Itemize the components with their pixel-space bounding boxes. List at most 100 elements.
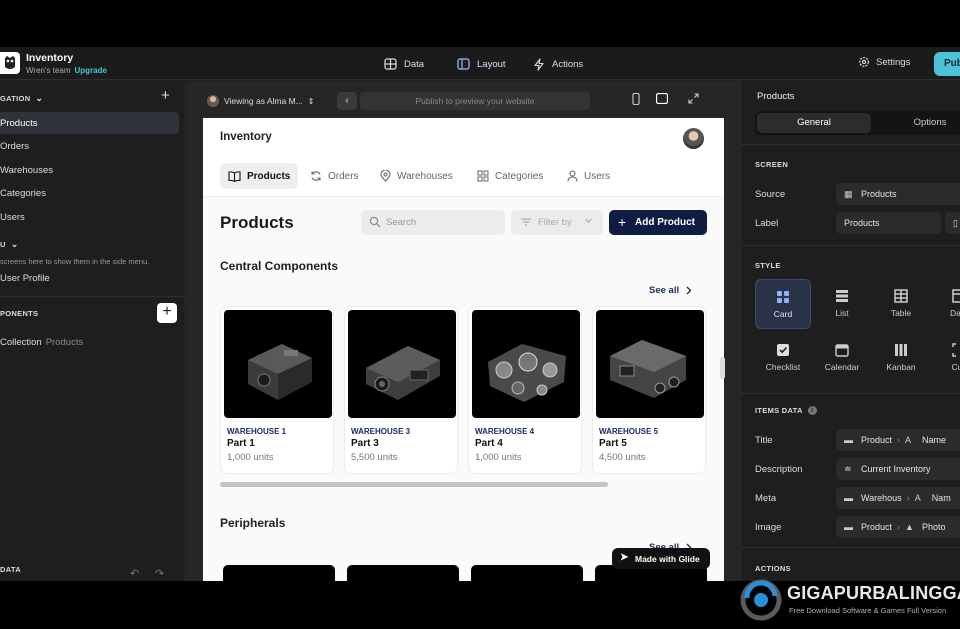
label-input[interactable]: Products xyxy=(836,212,941,234)
navigation-header-label: GATION xyxy=(0,94,31,103)
tablet-icon[interactable] xyxy=(655,92,669,107)
product-card[interactable] xyxy=(471,565,583,581)
tab-general[interactable]: General xyxy=(757,113,871,133)
section-title: Central Components xyxy=(220,259,339,273)
card-units: 4,500 units xyxy=(599,452,646,463)
sidebar-item-categories[interactable]: Categories xyxy=(0,182,179,204)
item-field: Name xyxy=(922,435,947,445)
phone-icon[interactable] xyxy=(632,92,640,108)
tab-warehouses[interactable]: Warehouses xyxy=(372,163,461,189)
upgrade-link[interactable]: Upgrade xyxy=(75,66,107,75)
sidebar-item-users[interactable]: Users xyxy=(0,206,179,228)
source-select[interactable]: ▦ Products xyxy=(836,183,960,205)
product-card[interactable]: WAREHOUSE 5 Part 5 4,500 units xyxy=(592,306,706,474)
chevron-right-icon: › xyxy=(897,522,901,532)
source-value: Products xyxy=(861,189,897,199)
style-option-table[interactable]: Table xyxy=(873,279,929,329)
item-meta-field[interactable]: ▬ Warehous › A Nam xyxy=(836,487,960,509)
product-card[interactable] xyxy=(223,565,335,581)
style-option-label: List xyxy=(835,308,849,318)
screen-section-header: SCREEN xyxy=(755,160,789,169)
product-card[interactable] xyxy=(347,565,459,581)
made-with-glide-badge[interactable]: ➤ Made with Glide xyxy=(612,548,710,569)
menu-hint: screens here to show them in the side me… xyxy=(0,257,150,266)
settings-label: Settings xyxy=(876,56,911,68)
item-description-field[interactable]: ≐ Current Inventory xyxy=(836,458,960,480)
tab-products[interactable]: Products xyxy=(220,163,299,189)
watermark-logo-icon xyxy=(740,579,782,621)
divider xyxy=(741,393,960,394)
info-icon[interactable]: i xyxy=(807,406,817,415)
add-screen-button[interactable]: + xyxy=(161,88,170,103)
filter-icon xyxy=(521,218,531,226)
app-logo-icon[interactable] xyxy=(0,52,20,74)
style-option-checklist[interactable]: Checklist xyxy=(755,333,811,383)
watermark: GIGAPURBALINGGA Free Download Software &… xyxy=(737,576,960,629)
see-all-label: See all xyxy=(649,285,680,296)
folder-icon: ▬ xyxy=(844,493,853,503)
style-option-kanban[interactable]: Kanban xyxy=(873,333,929,383)
divider xyxy=(741,144,960,145)
style-option-calendar[interactable]: Calendar xyxy=(814,333,870,383)
style-option-label: Checklist xyxy=(765,362,801,372)
sidebar-item-orders[interactable]: Orders xyxy=(0,135,179,157)
product-card[interactable]: WAREHOUSE 1 Part 1 1,000 units xyxy=(220,306,334,474)
viewing-as-selector[interactable]: Viewing as Alma M... ⇕ xyxy=(207,95,314,107)
tab-layout[interactable]: Layout xyxy=(457,56,506,72)
item-title-field[interactable]: ▬ Product › A Name xyxy=(836,429,960,451)
filter-label: Filter by xyxy=(538,217,572,228)
item-image-field[interactable]: ▬ Product › ▲ Photo xyxy=(836,516,960,538)
redo-icon[interactable]: ↷ xyxy=(155,567,164,580)
item-image-label: Image xyxy=(755,522,782,533)
add-component-button[interactable]: + xyxy=(157,303,177,323)
collection-source: Products xyxy=(45,337,84,348)
tab-data[interactable]: Data xyxy=(384,56,424,72)
preview-url-bar[interactable]: Publish to preview your website xyxy=(360,92,590,110)
tab-orders[interactable]: Orders xyxy=(302,163,367,189)
navigation-header[interactable]: GATION ⌄ xyxy=(0,93,43,104)
tab-warehouses-label: Warehouses xyxy=(397,170,453,182)
app-name[interactable]: Inventory xyxy=(26,52,73,64)
divider xyxy=(0,296,186,297)
publish-button[interactable]: Pub xyxy=(934,52,960,76)
back-button[interactable]: ‹ xyxy=(337,92,357,110)
panel-tabs: General Options xyxy=(755,111,960,135)
item-field: Photo xyxy=(922,522,946,532)
undo-icon[interactable]: ↶ xyxy=(130,567,139,580)
tab-users-label: Users xyxy=(584,170,611,182)
page-app-title[interactable]: Inventory xyxy=(220,131,272,143)
product-card[interactable]: WAREHOUSE 3 Part 3 5,500 units xyxy=(344,306,458,474)
add-product-button[interactable]: + Add Product xyxy=(609,210,707,235)
collection-label: Collection xyxy=(0,337,42,348)
horizontal-scrollbar[interactable] xyxy=(220,482,608,487)
resize-handle[interactable] xyxy=(720,357,725,379)
chevron-right-icon xyxy=(686,286,692,295)
style-option-data[interactable]: Data xyxy=(931,279,960,329)
filter-dropdown[interactable]: Filter by xyxy=(511,210,603,235)
search-input[interactable]: Search xyxy=(361,210,505,235)
sidebar-item-user-profile[interactable]: User Profile xyxy=(0,267,179,289)
avatar[interactable] xyxy=(683,128,704,149)
style-option-card[interactable]: Card xyxy=(755,279,811,329)
menu-header[interactable]: U ⌄ xyxy=(0,239,19,250)
plus-icon: + xyxy=(618,214,627,230)
tab-users[interactable]: Users xyxy=(559,163,618,189)
tab-actions[interactable]: Actions xyxy=(533,56,583,72)
tab-options[interactable]: Options xyxy=(875,113,960,133)
style-option-custom[interactable]: Cus xyxy=(931,333,960,383)
sidebar-item-warehouses[interactable]: Warehouses xyxy=(0,159,179,181)
label-icon-button[interactable]: ▯ xyxy=(945,212,960,234)
team-name: Wren's team xyxy=(26,66,71,75)
style-option-list[interactable]: List xyxy=(814,279,870,329)
tab-categories[interactable]: Categories xyxy=(469,163,551,189)
product-card[interactable]: WAREHOUSE 4 Part 4 1,000 units xyxy=(468,306,582,474)
sidebar-item-products[interactable]: Products xyxy=(0,112,179,134)
see-all-link[interactable]: See all xyxy=(649,285,692,296)
settings-button[interactable]: Settings xyxy=(858,56,910,68)
label-label: Label xyxy=(755,218,779,229)
component-collection[interactable]: Collection Products xyxy=(0,337,83,348)
watermark-subtitle: Free Download Software & Games Full Vers… xyxy=(789,606,947,615)
screen-frame: Inventory Wren's team Upgrade Data Layout… xyxy=(0,0,960,629)
item-source: Product xyxy=(861,522,893,532)
expand-icon[interactable] xyxy=(688,93,699,107)
